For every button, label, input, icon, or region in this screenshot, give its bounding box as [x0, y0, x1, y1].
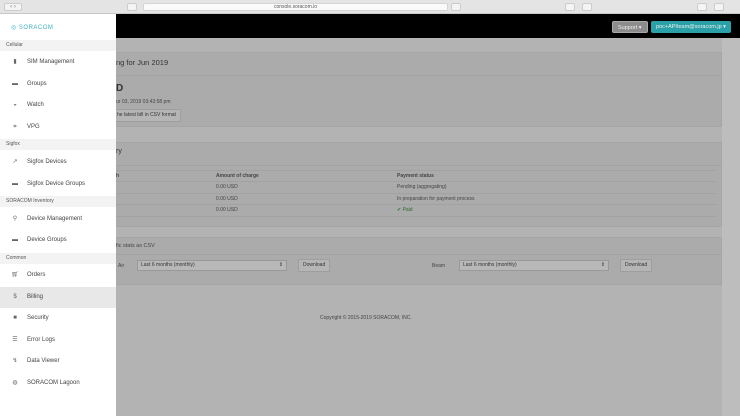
section-cellular: Cellular: [0, 40, 116, 51]
support-dropdown[interactable]: Support ▾: [612, 21, 648, 33]
lock-icon: ■: [11, 308, 19, 329]
item-label: VPG: [27, 117, 40, 138]
logo-icon: ◎: [11, 25, 17, 31]
item-label: Device Groups: [27, 230, 67, 251]
history-status-paid: ✔ Paid: [397, 207, 413, 213]
reader-icon[interactable]: [451, 3, 461, 11]
address-bar[interactable]: console.soracom.io: [143, 3, 448, 11]
sidebar-item-vpg[interactable]: ⌗ VPG: [0, 117, 116, 138]
billing-title: ng for Jun 2019: [116, 58, 168, 67]
cart-icon: 🛒︎: [11, 265, 19, 286]
print-icon[interactable]: [582, 3, 592, 11]
air-select-value: Last 6 months (monthly): [141, 262, 195, 268]
beam-period-select[interactable]: Last 6 months (monthly) ⇕: [459, 260, 609, 271]
item-label: Orders: [27, 265, 45, 286]
folder-icon: ▬: [11, 230, 19, 251]
scrollbar[interactable]: [722, 38, 740, 416]
section-inventory: SORACOM Inventory: [0, 196, 116, 207]
air-download-button[interactable]: Download: [298, 259, 330, 272]
history-amount: 0.00 USD: [216, 207, 238, 213]
section-common: Common: [0, 253, 116, 264]
billing-amount: D: [116, 83, 123, 94]
sidebar-item-watch[interactable]: ◒ Watch: [0, 95, 116, 116]
item-label: Error Logs: [27, 330, 55, 351]
list-icon: ☰: [11, 330, 19, 351]
browser-toolbar: ‹ › console.soracom.io: [0, 0, 740, 14]
chart-icon: ↯: [11, 351, 19, 372]
account-dropdown[interactable]: poc+APIteam@soracom.jp ▾: [651, 21, 731, 33]
back-forward-buttons[interactable]: ‹ ›: [4, 3, 22, 11]
sigfox-icon: ↗: [11, 152, 19, 173]
history-status: In preparation for payment process: [397, 196, 475, 202]
sidebar-item-error-logs[interactable]: ☰ Error Logs: [0, 330, 116, 351]
item-label: SORACOM Lagoon: [27, 373, 80, 394]
logo-text: SORACOM: [19, 25, 54, 31]
item-label: Data Viewer: [27, 351, 60, 372]
sidebar-item-sim-management[interactable]: ▮ SIM Management: [0, 52, 116, 73]
sim-icon: ▮: [11, 52, 19, 73]
sidebar-item-device-groups[interactable]: ▬ Device Groups: [0, 230, 116, 251]
copyright: Copyright © 2015-2019 SORACOM, INC.: [320, 315, 412, 321]
lagoon-icon: ◍: [11, 373, 19, 394]
beam-select-value: Last 6 months (monthly): [463, 262, 517, 268]
sidebar-item-security[interactable]: ■ Security: [0, 308, 116, 329]
item-label: Device Management: [27, 209, 82, 230]
history-amount: 0.00 USD: [216, 184, 238, 190]
dollar-icon: $: [11, 287, 19, 308]
device-icon: ⚲: [11, 209, 19, 230]
column-header: h: [116, 173, 119, 179]
download-bill-csv-button[interactable]: he latest bill in CSV format: [112, 109, 181, 122]
item-label: Groups: [27, 74, 47, 95]
soracom-logo[interactable]: ◎ SORACOM: [11, 24, 53, 31]
watch-icon: ◒: [11, 95, 19, 116]
air-label: Air: [118, 263, 124, 269]
traffic-title: fic stats as CSV: [116, 243, 155, 249]
item-label: Billing: [27, 287, 43, 308]
sidebar-item-soracom-lagoon[interactable]: ◍ SORACOM Lagoon: [0, 373, 116, 394]
item-label: SIM Management: [27, 52, 74, 73]
sidebar-toggle-icon[interactable]: [127, 3, 137, 11]
sidebar-item-sigfox-device-groups[interactable]: ▬ Sigfox Device Groups: [0, 174, 116, 195]
sidebar-item-sigfox-devices[interactable]: ↗ Sigfox Devices: [0, 152, 116, 173]
column-header: Payment status: [397, 173, 434, 179]
sidebar-item-billing[interactable]: $ Billing: [0, 287, 116, 308]
item-label: Security: [27, 308, 49, 329]
folder-icon: ▬: [11, 174, 19, 195]
sidebar-item-groups[interactable]: ▬ Groups: [0, 74, 116, 95]
sidebar: ◎ SORACOM Cellular ▮ SIM Management ▬ Grou…: [0, 14, 116, 416]
sidebar-item-data-viewer[interactable]: ↯ Data Viewer: [0, 351, 116, 372]
folder-icon: ▬: [11, 74, 19, 95]
item-label: Watch: [27, 95, 44, 116]
sidebar-item-orders[interactable]: 🛒︎ Orders: [0, 265, 116, 286]
history-amount: 0.00 USD: [216, 196, 238, 202]
share-icon[interactable]: [714, 3, 724, 11]
billing-panel: [100, 52, 722, 127]
select-arrows-icon: ⇕: [601, 261, 605, 270]
billing-updated: ur 03, 2019 03:43:58 pm: [116, 99, 171, 105]
extension-icon[interactable]: [697, 3, 707, 11]
beam-label: Beam: [432, 263, 445, 269]
section-sigfox: Sigfox: [0, 139, 116, 150]
column-header: Amount of charge: [216, 173, 259, 179]
sidebar-item-device-management[interactable]: ⚲ Device Management: [0, 209, 116, 230]
vpg-icon: ⌗: [11, 117, 19, 138]
item-label: Sigfox Device Groups: [27, 174, 85, 195]
history-status: Pending (aggregating): [397, 184, 446, 190]
select-arrows-icon: ⇕: [279, 261, 283, 270]
air-period-select[interactable]: Last 6 months (monthly) ⇕: [137, 260, 287, 271]
beam-download-button[interactable]: Download: [620, 259, 652, 272]
history-title: ry: [116, 148, 122, 155]
item-label: Sigfox Devices: [27, 152, 67, 173]
mail-icon[interactable]: [565, 3, 575, 11]
